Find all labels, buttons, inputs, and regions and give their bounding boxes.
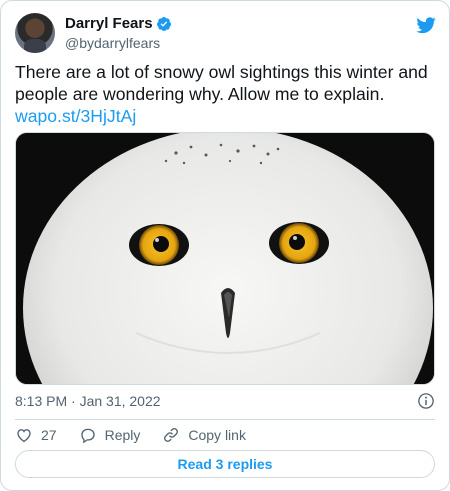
copy-link-label: Copy link [188, 427, 246, 443]
snowy-owl-photo [16, 133, 434, 384]
avatar[interactable] [15, 13, 55, 53]
author-block: Darryl Fears @bydarrylfears [65, 14, 172, 51]
tweet-text: There are a lot of snowy owl sightings t… [15, 62, 428, 104]
tweet-link[interactable]: wapo.st/3HjJtAj [15, 105, 435, 127]
read-replies-button[interactable]: Read 3 replies [15, 450, 435, 478]
heart-icon [17, 429, 31, 443]
info-icon[interactable] [417, 392, 435, 410]
like-count: 27 [41, 427, 57, 443]
tweet-actions: 27 Reply Copy link [15, 425, 435, 445]
tweet-body: There are a lot of snowy owl sightings t… [15, 61, 435, 127]
twitter-bird-icon[interactable] [415, 15, 437, 35]
reply-label: Reply [104, 427, 141, 443]
tweet-media-image[interactable] [15, 132, 435, 385]
tweet-header: Darryl Fears @bydarrylfears [15, 13, 437, 53]
author-handle[interactable]: @bydarrylfears [65, 35, 172, 51]
link-icon [164, 428, 179, 442]
copy-link-button[interactable]: Copy link [162, 426, 246, 444]
verified-badge-icon [156, 16, 171, 31]
tweet-meta: 8:13 PM · Jan 31, 2022 [15, 392, 435, 412]
name-row: Darryl Fears [65, 14, 172, 33]
reply-icon [80, 428, 95, 444]
author-display-name[interactable]: Darryl Fears [65, 15, 153, 32]
divider [15, 419, 435, 420]
tweet-card: Darryl Fears @bydarrylfears There are a … [0, 0, 450, 491]
reply-button[interactable]: Reply [79, 426, 141, 444]
tweet-timestamp[interactable]: 8:13 PM · Jan 31, 2022 [15, 393, 161, 409]
like-button[interactable]: 27 [15, 426, 57, 444]
